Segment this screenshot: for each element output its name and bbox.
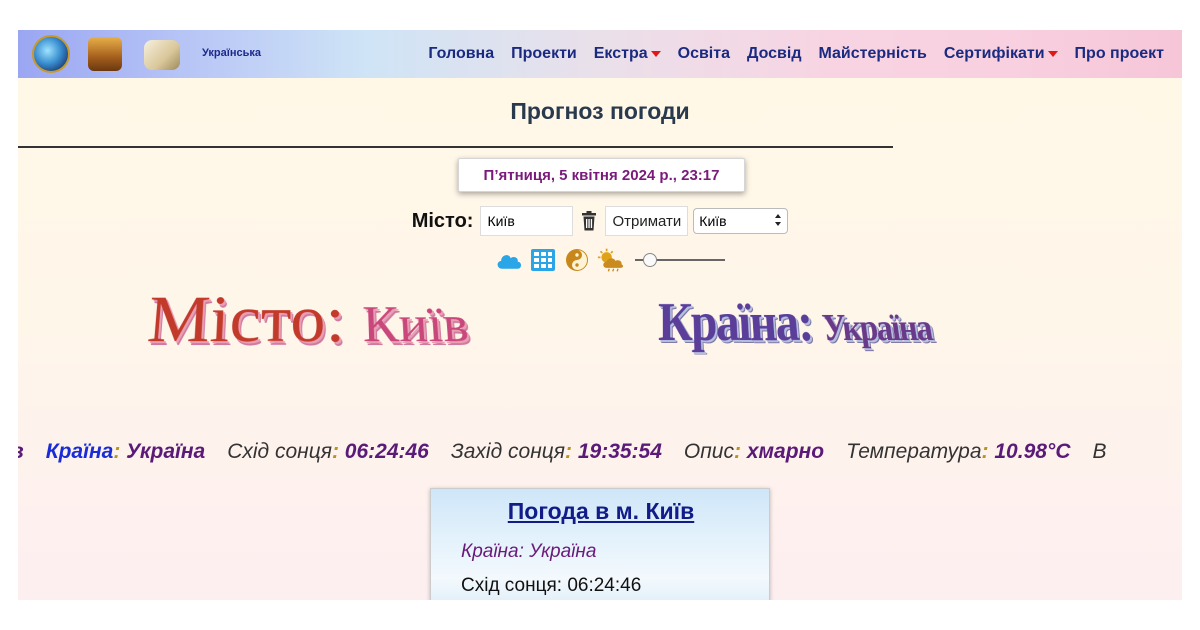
get-weather-button[interactable]: Отримати: [605, 206, 688, 236]
city-controls: Місто: Отримати Київ: [18, 206, 1182, 236]
city-select-value: Київ: [699, 213, 726, 229]
menu-item-education[interactable]: Освіта: [678, 45, 730, 63]
city-3d-value: Київ: [362, 296, 471, 353]
menu-item-about[interactable]: Про проект: [1075, 45, 1164, 63]
ticker-value: 06:24:46: [345, 440, 429, 463]
menu-item-certificates[interactable]: Сертифікати: [944, 45, 1058, 63]
menu-item-label: Проекти: [511, 45, 577, 63]
menu-item-projects[interactable]: Проекти: [511, 45, 577, 63]
ticker-label: Схід сонця: [227, 440, 332, 463]
ticker-value: хмарно: [747, 440, 824, 463]
navbar: Українська Головна Проекти Екстра Освіта…: [18, 30, 1182, 78]
trash-icon[interactable]: [578, 208, 600, 234]
menu-item-extra[interactable]: Екстра: [594, 45, 661, 63]
menu-item-skills[interactable]: Майстерність: [818, 45, 926, 63]
yin-yang-icon[interactable]: [563, 246, 591, 274]
menu-item-experience[interactable]: Досвід: [747, 45, 802, 63]
ticker-colon: :: [113, 440, 120, 463]
ticker-colon: :: [332, 440, 339, 463]
city-label: Місто:: [412, 210, 474, 233]
card-country: Країна: Україна: [461, 541, 596, 563]
view-icons: [18, 246, 1182, 274]
font-size-slider[interactable]: [635, 250, 725, 270]
city-input[interactable]: [480, 206, 573, 236]
city-select[interactable]: Київ: [693, 208, 788, 234]
country-3d-prefix: Країна:: [658, 292, 814, 353]
ticker-value: 10.98°C: [994, 440, 1070, 463]
ticker-label: Температура: [846, 440, 981, 463]
ticker-value: 19:35:54: [578, 440, 662, 463]
card-country-value: Україна: [529, 541, 596, 562]
menu-item-label: Екстра: [594, 45, 648, 63]
card-title-link[interactable]: Погода в м. Київ: [431, 498, 771, 525]
city-3d-headline: Місто: Київ: [145, 283, 472, 359]
ticker-colon: :: [734, 440, 741, 463]
ticker-label: Захід сонця: [451, 440, 565, 463]
ticker-item-description: Опис: хмарно: [684, 440, 824, 464]
city-3d-prefix: Місто:: [145, 284, 346, 357]
title-divider: [18, 146, 893, 148]
globe-logo[interactable]: [32, 35, 70, 73]
ticker-colon: :: [982, 440, 989, 463]
ticker-lead: в: [18, 440, 24, 464]
cloud-icon[interactable]: [495, 246, 523, 274]
scroll-logo[interactable]: [144, 40, 180, 70]
menu-item-label: Майстерність: [818, 45, 926, 63]
main-menu: Головна Проекти Екстра Освіта Досвід Май…: [411, 30, 1164, 78]
weather-ticker: в Країна: Україна Схід сонця: 06:24:46 З…: [18, 440, 1182, 470]
caret-down-icon: [651, 51, 661, 57]
card-sunrise-label: Схід сонця:: [461, 575, 562, 596]
ticker-colon: :: [565, 440, 572, 463]
menu-item-label: Освіта: [678, 45, 730, 63]
language-switch[interactable]: Українська: [202, 47, 261, 59]
slider-thumb[interactable]: [643, 253, 657, 267]
menu-item-home[interactable]: Головна: [428, 45, 494, 63]
ticker-item-country: Країна: Україна: [46, 440, 206, 464]
grid-icon[interactable]: [529, 246, 557, 274]
menu-item-label: Головна: [428, 45, 494, 63]
browser-viewport: Українська Головна Проекти Екстра Освіта…: [18, 30, 1182, 600]
current-datetime: П’ятниця, 5 квітня 2024 р., 23:17: [458, 158, 745, 192]
weather-card: Погода в м. Київ Країна: Україна Схід со…: [430, 488, 770, 600]
ticker-item-sunset: Захід сонця: 19:35:54: [451, 440, 662, 464]
select-arrows-icon: [774, 213, 782, 230]
treasure-chest-logo[interactable]: [88, 37, 122, 71]
card-sunrise-value: 06:24:46: [567, 575, 641, 596]
ticker-label: Країна: [46, 440, 114, 463]
ticker-item-temperature: Температура: 10.98°C: [846, 440, 1070, 464]
ticker-item-sunrise: Схід сонця: 06:24:46: [227, 440, 429, 464]
country-3d-headline: Країна: Україна: [658, 291, 935, 354]
sun-cloud-icon[interactable]: [597, 246, 625, 274]
page-title: Прогноз погоди: [18, 98, 1182, 125]
caret-down-icon: [1048, 51, 1058, 57]
ticker-value: Україна: [126, 440, 205, 463]
menu-item-label: Досвід: [747, 45, 802, 63]
ticker-tail: В: [1093, 440, 1107, 464]
country-3d-value: Україна: [820, 306, 934, 349]
menu-item-label: Про проект: [1075, 45, 1164, 63]
card-sunrise: Схід сонця: 06:24:46: [461, 575, 641, 597]
menu-item-label: Сертифікати: [944, 45, 1045, 63]
card-country-label: Країна:: [461, 541, 524, 562]
ticker-label: Опис: [684, 440, 734, 463]
